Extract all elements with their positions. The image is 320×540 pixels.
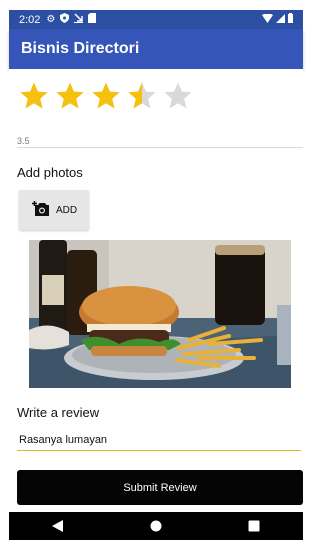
navigation-bar	[9, 512, 303, 540]
write-review-label: Write a review	[17, 405, 100, 420]
status-time: 2:02	[19, 13, 41, 26]
shield-icon	[60, 13, 70, 26]
battery-icon	[288, 13, 293, 26]
settings-gear-icon: ⚙	[46, 14, 56, 25]
rating-divider	[17, 147, 303, 148]
review-form: 3.5 Add photos ADD Write a review Rasany…	[9, 69, 303, 512]
burger-photo	[29, 240, 291, 388]
recents-icon[interactable]	[234, 512, 274, 540]
review-input[interactable]	[17, 429, 301, 451]
star-icon	[164, 82, 192, 109]
rating-star-4[interactable]	[127, 81, 157, 111]
rating-star-2[interactable]	[55, 81, 85, 111]
rating-star-5[interactable]	[163, 81, 193, 111]
download-icon	[74, 13, 84, 26]
rating-bar[interactable]	[19, 81, 193, 111]
add-photos-label: Add photos	[17, 165, 83, 180]
star-icon	[56, 82, 84, 109]
rating-value: 3.5	[17, 136, 30, 146]
add-photo-button[interactable]: ADD	[19, 190, 89, 230]
app-bar: Bisnis Directori	[9, 29, 303, 69]
add-photo-button-label: ADD	[56, 204, 78, 216]
app-title: Bisnis Directori	[21, 40, 140, 57]
back-icon[interactable]	[38, 512, 78, 540]
status-bar: 2:02 ⚙	[9, 10, 303, 29]
wifi-icon	[262, 13, 273, 26]
star-icon	[128, 82, 156, 109]
rating-star-3[interactable]	[91, 81, 121, 111]
sd-card-icon	[88, 13, 97, 26]
rating-star-1[interactable]	[19, 81, 49, 111]
submit-review-button[interactable]: Submit Review	[17, 470, 303, 505]
add-photo-camera-icon	[32, 200, 50, 220]
star-icon	[20, 82, 48, 109]
home-icon[interactable]	[136, 512, 176, 540]
star-icon	[92, 82, 120, 109]
signal-icon	[276, 13, 285, 26]
